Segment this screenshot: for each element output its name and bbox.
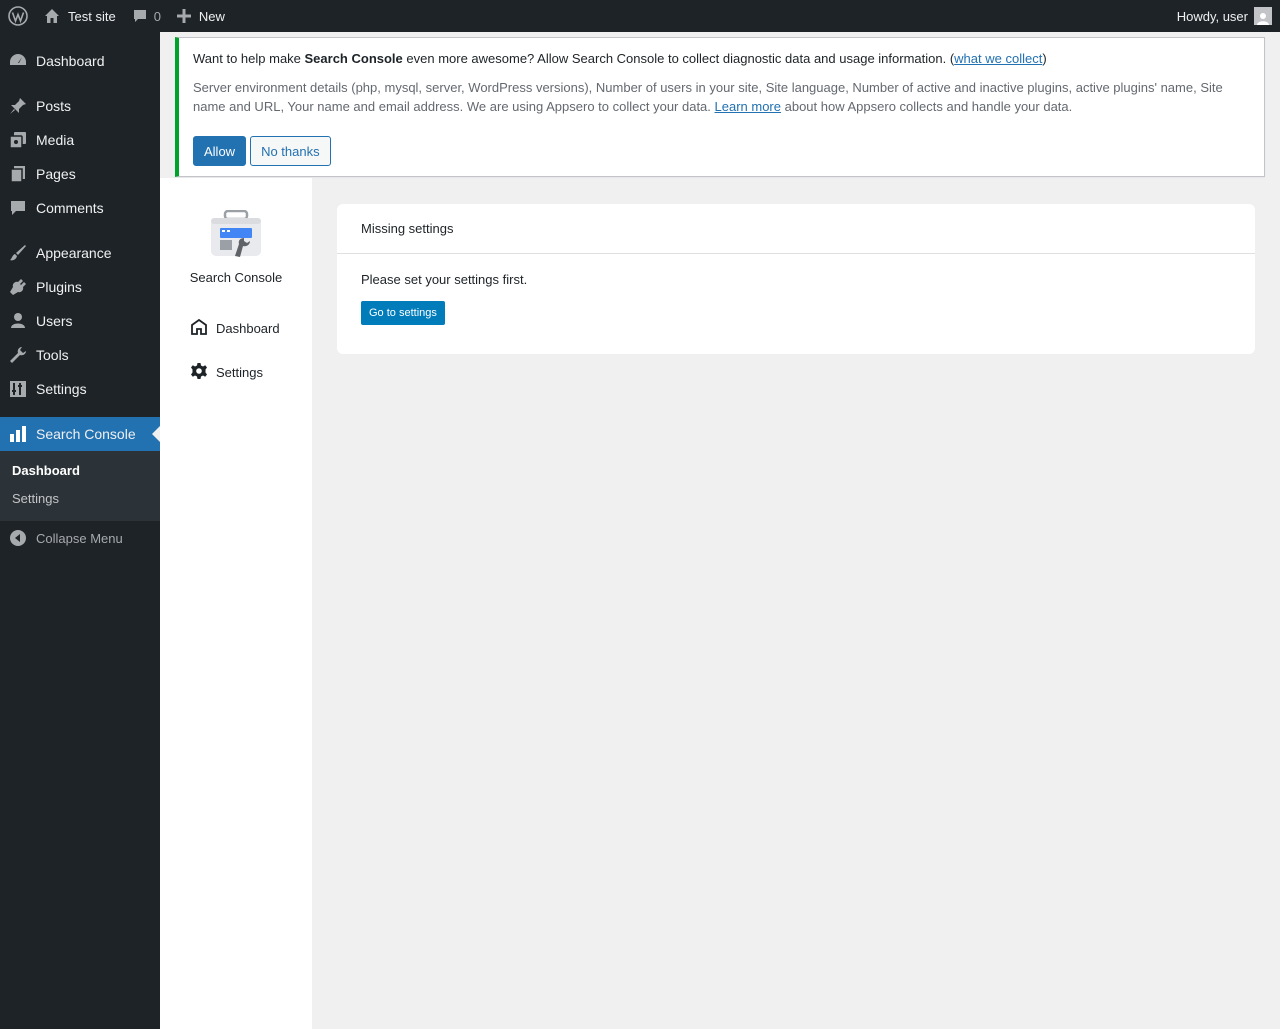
notice-text: Want to help make [193, 51, 305, 66]
menu-label: Appearance [36, 245, 112, 261]
menu-label: Tools [36, 347, 69, 363]
plugin-nav-dashboard[interactable]: Dashboard [190, 318, 280, 339]
menu-item-search-console[interactable]: Search Console [0, 417, 160, 451]
notice-buttons: Allow No thanks [193, 136, 1250, 166]
users-icon [0, 311, 36, 331]
home-icon [44, 8, 60, 24]
allow-button[interactable]: Allow [193, 136, 247, 166]
card-message: Please set your settings first. [361, 272, 528, 287]
plus-icon [176, 9, 191, 23]
menu-item-posts[interactable]: Posts [0, 89, 160, 123]
howdy-label: Howdy, user [1176, 8, 1248, 24]
sliders-icon [0, 379, 36, 399]
comments-count: 0 [153, 8, 161, 24]
dashboard-icon [0, 51, 36, 71]
paintbrush-icon [0, 243, 36, 263]
comments-icon [0, 198, 36, 218]
menu-label: Settings [36, 381, 87, 397]
learn-more-link[interactable]: Learn more [715, 99, 781, 114]
menu-label: Search Console [36, 426, 136, 442]
menu-item-users[interactable]: Users [0, 304, 160, 338]
plugin-title: Search Console [189, 270, 283, 285]
comment-bubble-icon [132, 8, 148, 24]
collapse-menu-button[interactable]: Collapse Menu [0, 521, 160, 555]
menu-item-plugins[interactable]: Plugins [0, 270, 160, 304]
wrench-icon [0, 345, 36, 365]
collapse-label: Collapse Menu [36, 530, 123, 546]
comments-link[interactable]: 0 [124, 0, 169, 32]
pages-icon [0, 164, 36, 184]
site-name-link[interactable]: Test site [36, 0, 124, 32]
menu-label: Media [36, 132, 75, 148]
collapse-arrow-icon [0, 529, 36, 547]
menu-label: Plugins [36, 279, 82, 295]
search-console-logo-icon [210, 209, 262, 258]
site-name-label: Test site [68, 8, 116, 24]
media-icon [0, 130, 36, 150]
menu-label: Posts [36, 98, 72, 114]
menu-item-pages[interactable]: Pages [0, 157, 160, 191]
menu-label: Dashboard [36, 53, 105, 69]
notice-plugin-name: Search Console [304, 51, 403, 66]
plugin-nav-label: Settings [216, 365, 263, 380]
plugin-nav-settings[interactable]: Settings [190, 362, 263, 383]
my-account-link[interactable]: Howdy, user [1169, 0, 1280, 32]
go-to-settings-button[interactable]: Go to settings [361, 301, 445, 325]
new-label: New [198, 8, 225, 24]
new-content-link[interactable]: New [169, 0, 233, 32]
notice-text: even more awesome? Allow Search Console … [402, 51, 955, 66]
menu-label: Users [36, 313, 73, 329]
notice-message: Want to help make Search Console even mo… [193, 50, 1250, 68]
missing-settings-card: Missing settings Please set your setting… [337, 204, 1255, 354]
admin-bar: Test site 0 New Howdy, user [0, 0, 1280, 32]
no-thanks-button[interactable]: No thanks [250, 136, 331, 166]
menu-item-appearance[interactable]: Appearance [0, 236, 160, 270]
wordpress-logo-icon[interactable] [0, 0, 36, 32]
admin-menu: Dashboard Posts Media Pages Comments App… [0, 32, 160, 1029]
notice-details: Server environment details (php, mysql, … [193, 78, 1250, 116]
menu-label: Comments [36, 200, 104, 216]
plugin-nav-label: Dashboard [216, 321, 280, 336]
gear-icon [190, 362, 216, 383]
search-console-submenu: Dashboard Settings [0, 451, 160, 521]
avatar [1254, 7, 1272, 25]
what-we-collect-link[interactable]: what we collect [954, 51, 1042, 66]
card-header: Missing settings [337, 204, 1255, 254]
home-outline-icon [190, 318, 216, 339]
submenu-item-settings[interactable]: Settings [0, 485, 160, 513]
notice-text: ) [1042, 51, 1047, 66]
menu-label: Pages [36, 166, 76, 182]
card-body: Please set your settings first. Go to se… [337, 254, 1255, 343]
notice-details-text: about how Appsero collects and handle yo… [781, 99, 1073, 114]
pin-icon [0, 96, 36, 116]
menu-item-tools[interactable]: Tools [0, 338, 160, 372]
menu-item-dashboard[interactable]: Dashboard [0, 44, 160, 78]
chart-bar-icon [0, 424, 36, 444]
plugin-icon [0, 277, 36, 297]
menu-item-comments[interactable]: Comments [0, 191, 160, 225]
menu-item-settings[interactable]: Settings [0, 372, 160, 406]
menu-item-media[interactable]: Media [0, 123, 160, 157]
submenu-item-dashboard[interactable]: Dashboard [0, 457, 160, 485]
tracking-notice: Want to help make Search Console even mo… [175, 37, 1265, 177]
plugin-sidebar: Search Console Dashboard Settings [160, 178, 312, 1029]
